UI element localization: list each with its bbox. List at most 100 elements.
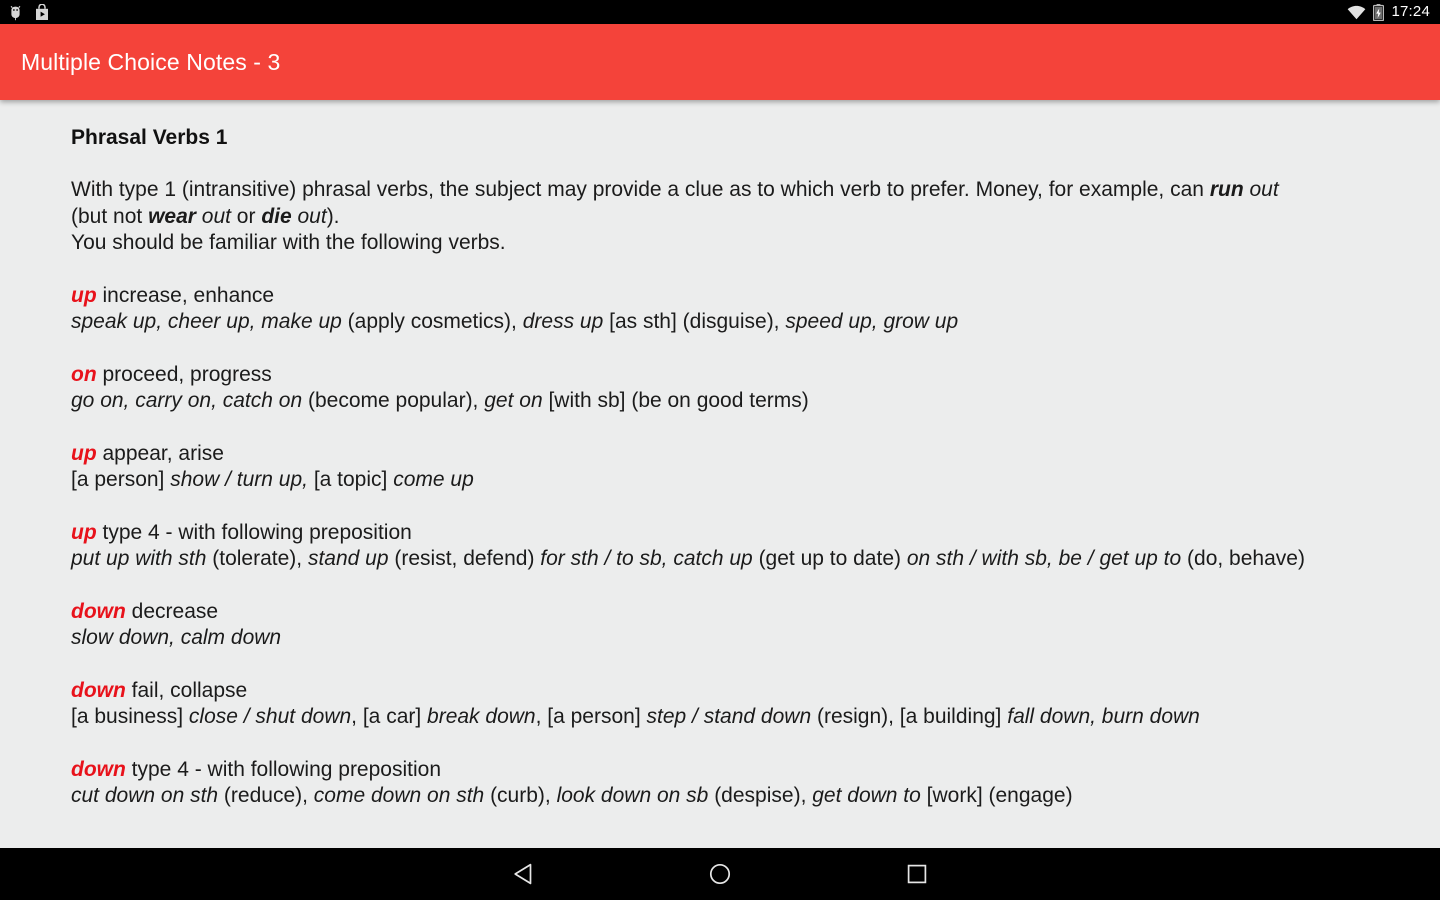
intro-line1-text: With type 1 (intransitive) phrasal verbs… — [71, 178, 1210, 201]
note-intro-paragraph: With type 1 (intransitive) phrasal verbs… — [71, 177, 1400, 257]
entry-header: down decrease — [71, 599, 1400, 626]
entry-examples: [a person] show / turn up, [a topic] com… — [71, 467, 1400, 494]
entry-header: up increase, enhance — [71, 283, 1400, 310]
example-plain-1: (apply cosmetics), — [341, 310, 523, 333]
example-italic-2: show / turn up, — [170, 468, 308, 491]
entry-keyword: up — [71, 441, 97, 465]
example-plain-2: , [a car] — [351, 705, 428, 728]
entry-gloss: fail, collapse — [125, 678, 248, 702]
phrasal-verb-entry: on proceed, progress go on, carry on, ca… — [71, 362, 1400, 415]
intro-line2-b: or — [230, 204, 262, 228]
phrasal-verb-entry: down decrease slow down, calm down — [71, 599, 1400, 652]
entry-header: down fail, collapse — [71, 678, 1400, 705]
entry-gloss: decrease — [125, 599, 219, 623]
example-plain-4: [work] (engage) — [920, 784, 1073, 807]
example-italic-3: for sth / to sb, catch up — [540, 547, 753, 570]
entry-gloss: type 4 - with following preposition — [125, 757, 441, 781]
example-italic-3: break down — [427, 705, 536, 728]
example-italic-5: fall down, burn down — [1007, 705, 1200, 728]
example-plain-1: (tolerate), — [206, 547, 308, 570]
intro-line2-italic1: out — [195, 204, 231, 228]
example-plain-3: (get up to date) — [752, 547, 907, 570]
example-italic-4: get down to — [812, 784, 921, 807]
home-button[interactable] — [694, 848, 746, 900]
entry-keyword: down — [71, 599, 126, 623]
example-italic-1: slow down, calm down — [71, 626, 282, 649]
phrasal-verb-entry: up increase, enhance speak up, cheer up,… — [71, 283, 1400, 336]
example-plain-2: (curb), — [484, 784, 557, 807]
note-title: Phrasal Verbs 1 — [71, 126, 228, 149]
battery-charging-icon — [1373, 3, 1385, 21]
intro-line2-emph1: wear — [148, 204, 196, 228]
entry-gloss: type 4 - with following preposition — [96, 520, 412, 544]
example-italic-2: close / shut down — [188, 705, 352, 728]
phrasal-verb-entry: down fail, collapse [a business] close /… — [71, 678, 1400, 731]
entry-header: up type 4 - with following preposition — [71, 520, 1400, 547]
intro-line2-a: (but not — [71, 204, 149, 228]
home-circle-icon — [709, 863, 731, 885]
entry-examples: slow down, calm down — [71, 625, 1400, 652]
entry-keyword: up — [71, 520, 97, 544]
example-plain-1: [a person] — [71, 468, 171, 491]
example-italic-2: dress up — [522, 310, 604, 333]
example-italic-3: speed up, grow up — [785, 310, 959, 333]
intro-line2-c: ). — [326, 204, 340, 228]
phrasal-verb-entry: down type 4 - with following preposition… — [71, 757, 1400, 810]
intro-line1-italic: out — [1243, 178, 1279, 201]
example-italic-2: get on — [484, 389, 543, 412]
example-italic-1: cut down on sth — [71, 784, 219, 807]
example-plain-3: , [a person] — [535, 705, 647, 728]
intro-line2-emph2: die — [261, 204, 292, 228]
wifi-icon — [1348, 5, 1366, 19]
example-plain-4: (do, behave) — [1181, 547, 1305, 570]
example-plain-1: (reduce), — [218, 784, 314, 807]
status-bar-right-icons: 17:24 — [1347, 0, 1430, 24]
example-plain-2: [a topic] — [307, 468, 394, 491]
entry-header: up appear, arise — [71, 441, 1400, 468]
example-italic-1: go on, carry on, catch on — [71, 389, 303, 412]
entry-examples: speak up, cheer up, make up (apply cosme… — [71, 309, 1400, 336]
example-italic-3: come up — [393, 468, 474, 491]
entry-examples: go on, carry on, catch on (become popula… — [71, 388, 1400, 415]
recents-square-icon — [907, 864, 927, 884]
example-italic-4: on sth / with sb, be / get up to — [906, 547, 1182, 570]
back-button[interactable] — [497, 848, 549, 900]
note-content-scroll-area[interactable]: Phrasal Verbs 1 With type 1 (intransitiv… — [0, 100, 1440, 848]
example-plain-4: (resign), [a building] — [811, 705, 1008, 728]
status-bar-clock: 17:24 — [1391, 3, 1430, 20]
entry-gloss: proceed, progress — [96, 362, 272, 386]
status-bar-left-icons — [8, 3, 50, 21]
android-debug-icon — [10, 5, 21, 20]
example-plain-2: [as sth] (disguise), — [603, 310, 786, 333]
example-italic-2: come down on sth — [313, 784, 485, 807]
back-triangle-icon — [514, 863, 532, 885]
entry-gloss: increase, enhance — [96, 283, 275, 307]
example-italic-1: put up with sth — [71, 547, 207, 570]
entry-examples: [a business] close / shut down, [a car] … — [71, 704, 1400, 731]
entry-keyword: on — [71, 362, 97, 386]
phrasal-verb-entry: up type 4 - with following preposition p… — [71, 520, 1400, 573]
entry-keyword: down — [71, 678, 126, 702]
example-plain-1: [a business] — [71, 705, 189, 728]
intro-line2-italic2: out — [291, 204, 327, 228]
example-plain-1: (become popular), — [302, 389, 485, 412]
entry-keyword: down — [71, 757, 126, 781]
app-bar: Multiple Choice Notes - 3 — [0, 24, 1440, 100]
example-plain-2: [with sb] (be on good terms) — [542, 389, 809, 412]
example-italic-4: step / stand down — [646, 705, 812, 728]
example-italic-3: look down on sb — [556, 784, 709, 807]
entry-gloss: appear, arise — [96, 441, 224, 465]
example-italic-2: stand up — [307, 547, 389, 570]
phrasal-verb-entry: up appear, arise [a person] show / turn … — [71, 441, 1400, 494]
entry-keyword: up — [71, 283, 97, 307]
status-bar: 17:24 — [0, 0, 1440, 24]
play-store-icon — [36, 3, 48, 20]
example-plain-3: (despise), — [708, 784, 813, 807]
example-plain-2: (resist, defend) — [388, 547, 541, 570]
app-bar-title: Multiple Choice Notes - 3 — [21, 48, 281, 75]
intro-line1-emph: run — [1209, 178, 1244, 201]
recents-button[interactable] — [891, 848, 943, 900]
example-italic-1: speak up, cheer up, make up — [71, 310, 342, 333]
android-navigation-bar — [0, 848, 1440, 900]
entry-examples: cut down on sth (reduce), come down on s… — [71, 783, 1400, 810]
